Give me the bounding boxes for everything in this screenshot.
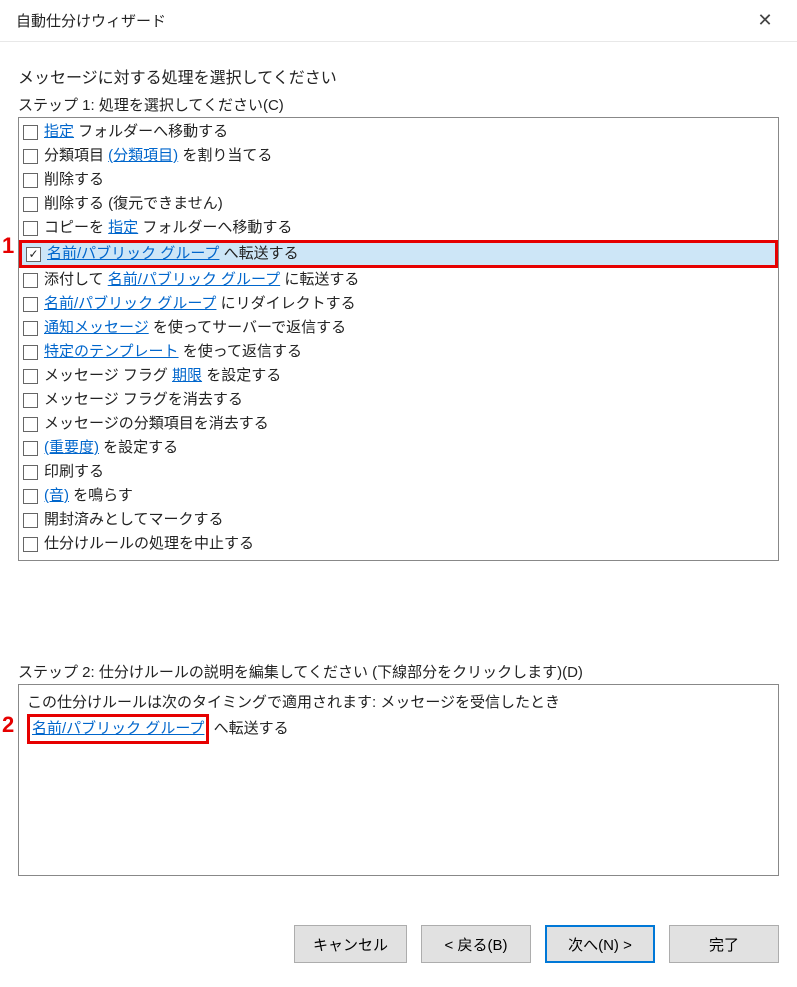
action-label: 削除する xyxy=(44,168,104,192)
action-label: (重要度) を設定する xyxy=(44,436,178,460)
action-row[interactable]: 削除する xyxy=(19,168,778,192)
titlebar: 自動仕分けウィザード ✕ xyxy=(0,0,797,42)
action-label: 名前/パブリック グループ へ転送する xyxy=(47,242,299,266)
dialog-content: メッセージに対する処理を選択してください ステップ 1: 処理を選択してください… xyxy=(0,42,797,876)
action-label: 削除する (復元できません) xyxy=(44,192,223,216)
annotation-marker-1: 1 xyxy=(2,233,14,259)
action-list[interactable]: 指定 フォルダーへ移動する分類項目 (分類項目) を割り当てる削除する削除する … xyxy=(18,117,779,561)
action-link[interactable]: 特定のテンプレート xyxy=(44,343,179,360)
action-row[interactable]: 開封済みとしてマークする xyxy=(19,508,778,532)
action-checkbox[interactable] xyxy=(23,297,38,312)
action-row[interactable]: (重要度) を設定する xyxy=(19,436,778,460)
action-row[interactable]: 通知メッセージ を使ってサーバーで返信する xyxy=(19,316,778,340)
action-label: 添付して 名前/パブリック グループ に転送する xyxy=(44,268,359,292)
action-checkbox[interactable] xyxy=(23,173,38,188)
action-label: コピーを 指定 フォルダーへ移動する xyxy=(44,216,292,240)
action-checkbox[interactable] xyxy=(23,537,38,552)
annotation-marker-2: 2 xyxy=(2,712,14,738)
action-label: メッセージ フラグを消去する xyxy=(44,388,243,412)
action-label: 名前/パブリック グループ にリダイレクトする xyxy=(44,292,356,316)
action-row[interactable]: 削除する (復元できません) xyxy=(19,192,778,216)
action-checkbox[interactable] xyxy=(26,247,41,262)
action-label: 仕分けルールの処理を中止する xyxy=(44,532,254,556)
action-row[interactable]: メッセージ フラグを消去する xyxy=(19,388,778,412)
action-checkbox[interactable] xyxy=(23,149,38,164)
action-link[interactable]: 名前/パブリック グループ xyxy=(108,271,280,288)
action-link[interactable]: 通知メッセージ xyxy=(44,319,149,336)
action-checkbox[interactable] xyxy=(23,369,38,384)
action-label: 分類項目 (分類項目) を割り当てる xyxy=(44,144,272,168)
back-button[interactable]: < 戻る(B) xyxy=(421,925,531,963)
action-label: (音) を鳴らす xyxy=(44,484,133,508)
dialog-title: 自動仕分けウィザード xyxy=(16,10,166,31)
action-checkbox[interactable] xyxy=(23,393,38,408)
action-checkbox[interactable] xyxy=(23,489,38,504)
close-button[interactable]: ✕ xyxy=(745,1,785,41)
rule-description-line2: 名前/パブリック グループ へ転送する xyxy=(27,714,770,743)
cancel-button[interactable]: キャンセル xyxy=(294,925,407,963)
action-checkbox[interactable] xyxy=(23,221,38,236)
action-link[interactable]: (音) xyxy=(44,487,69,504)
action-row[interactable]: メッセージ フラグ 期限 を設定する xyxy=(19,364,778,388)
action-checkbox[interactable] xyxy=(23,321,38,336)
action-link[interactable]: 指定 xyxy=(108,219,138,236)
action-row[interactable]: 指定 フォルダーへ移動する xyxy=(19,120,778,144)
action-label: 通知メッセージ を使ってサーバーで返信する xyxy=(44,316,346,340)
action-checkbox[interactable] xyxy=(23,417,38,432)
action-row[interactable]: 分類項目 (分類項目) を割り当てる xyxy=(19,144,778,168)
action-label: 印刷する xyxy=(44,460,104,484)
rule-description-line1: この仕分けルールは次のタイミングで適用されます: メッセージを受信したとき xyxy=(27,691,770,714)
action-label: メッセージ フラグ 期限 を設定する xyxy=(44,364,281,388)
rule-description-link-highlight: 名前/パブリック グループ xyxy=(27,714,209,743)
action-row[interactable]: 印刷する xyxy=(19,460,778,484)
action-row[interactable]: 名前/パブリック グループ へ転送する xyxy=(19,240,778,268)
action-row[interactable]: メッセージの分類項目を消去する xyxy=(19,412,778,436)
action-row[interactable]: コピーを 指定 フォルダーへ移動する xyxy=(19,216,778,240)
action-label: 特定のテンプレート を使って返信する xyxy=(44,340,302,364)
action-link[interactable]: 名前/パブリック グループ xyxy=(47,245,219,262)
action-row[interactable]: 添付して 名前/パブリック グループ に転送する xyxy=(19,268,778,292)
action-label: メッセージの分類項目を消去する xyxy=(44,412,269,436)
action-link[interactable]: 名前/パブリック グループ xyxy=(44,295,216,312)
action-link[interactable]: (分類項目) xyxy=(108,147,178,164)
step2-section: ステップ 2: 仕分けルールの説明を編集してください (下線部分をクリックします… xyxy=(18,661,779,876)
rule-description-link[interactable]: 名前/パブリック グループ xyxy=(32,720,204,737)
action-checkbox[interactable] xyxy=(23,513,38,528)
dialog-button-bar: キャンセル < 戻る(B) 次へ(N) > 完了 xyxy=(294,925,779,963)
action-checkbox[interactable] xyxy=(23,125,38,140)
action-checkbox[interactable] xyxy=(23,465,38,480)
instruction-text: メッセージに対する処理を選択してください xyxy=(18,64,779,88)
action-checkbox[interactable] xyxy=(23,441,38,456)
action-row[interactable]: 名前/パブリック グループ にリダイレクトする xyxy=(19,292,778,316)
action-checkbox[interactable] xyxy=(23,345,38,360)
action-link[interactable]: 指定 xyxy=(44,123,74,140)
action-row[interactable]: (音) を鳴らす xyxy=(19,484,778,508)
close-icon: ✕ xyxy=(757,10,772,31)
step2-label: ステップ 2: 仕分けルールの説明を編集してください (下線部分をクリックします… xyxy=(18,661,779,682)
finish-button[interactable]: 完了 xyxy=(669,925,779,963)
action-label: 開封済みとしてマークする xyxy=(44,508,224,532)
action-checkbox[interactable] xyxy=(23,197,38,212)
action-checkbox[interactable] xyxy=(23,273,38,288)
action-link[interactable]: 期限 xyxy=(172,367,202,384)
action-row[interactable]: 仕分けルールの処理を中止する xyxy=(19,532,778,556)
action-row[interactable]: 特定のテンプレート を使って返信する xyxy=(19,340,778,364)
step1-label: ステップ 1: 処理を選択してください(C) xyxy=(18,94,779,115)
next-button[interactable]: 次へ(N) > xyxy=(545,925,655,963)
rule-description-box: この仕分けルールは次のタイミングで適用されます: メッセージを受信したとき 名前… xyxy=(18,684,779,876)
action-link[interactable]: (重要度) xyxy=(44,439,99,456)
rule-description-line2-after: へ転送する xyxy=(209,720,288,737)
action-label: 指定 フォルダーへ移動する xyxy=(44,120,228,144)
